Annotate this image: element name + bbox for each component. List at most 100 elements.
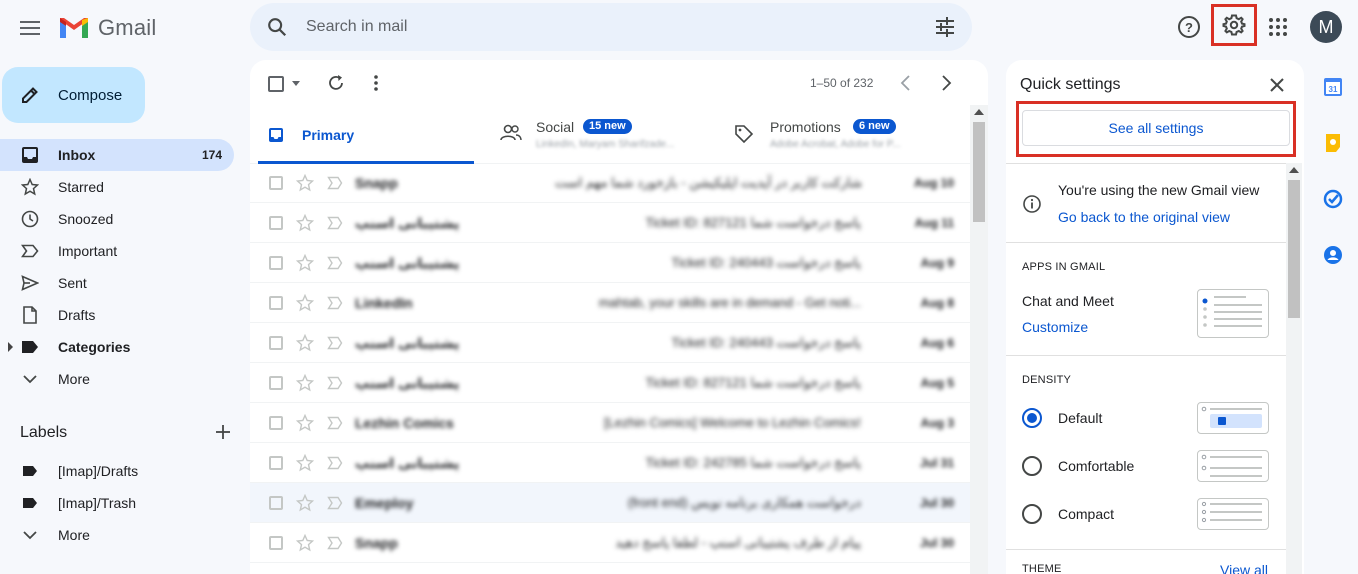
mail-row[interactable]: پشتیبانی اسنپ Ticket ID: 242785 پاسخ درخو… [250,443,972,483]
search-options-icon[interactable] [934,16,956,38]
mail-sender: پشتیبانی اسنپ [355,335,460,351]
more-vert-icon[interactable] [366,73,386,93]
expand-caret-icon[interactable] [8,342,13,352]
close-icon[interactable] [1268,76,1286,94]
sidebar-item-categories[interactable]: Categories [0,331,234,363]
see-all-settings-button[interactable]: See all settings [1022,110,1290,146]
calendar-icon[interactable]: 31 [1323,77,1343,97]
star-icon[interactable] [296,294,314,312]
tag-icon [735,125,754,144]
row-checkbox[interactable] [269,216,283,230]
sidebar-item-drafts[interactable]: Drafts [0,299,234,331]
search-input[interactable] [306,15,906,39]
row-checkbox[interactable] [269,496,283,510]
star-icon[interactable] [296,374,314,392]
apps-grid-icon[interactable] [1268,17,1288,37]
mail-row[interactable]: Snapp مشارکت کاربر در آپدیت اپلیکیشن - با… [250,163,972,203]
scroll-up-arrow-icon[interactable] [974,109,984,115]
sidebar-item-more[interactable]: More [0,363,234,395]
mail-row[interactable]: پشتیبانی اسنپ Ticket ID: 827121 پاسخ درخو… [250,363,972,403]
tasks-icon[interactable] [1323,189,1343,209]
select-dropdown-icon[interactable] [292,81,300,86]
label-item-more[interactable]: More [0,519,234,551]
sidebar-item-inbox[interactable]: Inbox 174 [0,139,234,171]
important-marker-icon[interactable] [327,176,343,190]
density-compact-thumbnail[interactable] [1197,498,1269,530]
contacts-icon[interactable] [1323,245,1343,265]
original-view-link[interactable]: Go back to the original view [1058,209,1230,225]
draft-file-icon [20,305,40,325]
important-marker-icon[interactable] [327,416,343,430]
chevron-left-icon[interactable] [896,73,916,93]
gmail-logo[interactable]: Gmail [58,14,156,42]
account-avatar[interactable]: M [1310,11,1342,43]
density-comfortable-graphic [1201,454,1262,477]
row-checkbox[interactable] [269,256,283,270]
mail-row[interactable]: پشتیبانی اسنپ Ticket ID: 240443 پاسخ درخو… [250,243,972,283]
row-checkbox[interactable] [269,336,283,350]
density-default-radio[interactable] [1022,408,1042,428]
chevron-right-icon[interactable] [936,73,956,93]
density-compact-radio[interactable] [1022,504,1042,524]
label-item-imap-drafts[interactable]: [Imap]/Drafts [0,455,234,487]
star-icon[interactable] [296,174,314,192]
row-checkbox[interactable] [269,176,283,190]
search-icon[interactable] [266,16,288,38]
mail-list-scrollbar[interactable] [970,105,988,574]
select-all-checkbox[interactable] [268,76,284,92]
density-comfortable-radio[interactable] [1022,456,1042,476]
scrollbar-thumb[interactable] [1288,180,1300,318]
scrollbar-thumb[interactable] [973,122,985,222]
row-checkbox[interactable] [269,416,283,430]
quick-settings-scrollbar[interactable] [1286,163,1302,574]
mail-row[interactable]: Snapp پیام از طرف پشتیبانی اسنپ - لطفا پا… [250,523,972,563]
star-icon[interactable] [296,214,314,232]
mail-row[interactable]: پشتیبانی اسنپ Ticket ID: 240443 پاسخ درخو… [250,323,972,363]
customize-link[interactable]: Customize [1022,319,1088,335]
apps-preview-thumbnail[interactable] [1197,289,1269,338]
help-icon[interactable]: ? [1177,15,1201,39]
settings-button[interactable] [1211,4,1257,46]
row-checkbox[interactable] [269,456,283,470]
important-marker-icon[interactable] [327,336,343,350]
theme-view-all-link[interactable]: View all [1220,562,1268,574]
compose-button[interactable]: Compose [2,67,145,123]
density-option-label: Default [1058,410,1103,426]
density-default-thumbnail[interactable] [1197,402,1269,434]
sidebar-item-starred[interactable]: Starred [0,171,234,203]
sidebar-item-important[interactable]: Important [0,235,234,267]
density-comfortable-thumbnail[interactable] [1197,450,1269,482]
keep-icon[interactable] [1323,133,1343,153]
mail-row[interactable]: Emeploy (front end) درخواست همکاری برنامه… [250,483,972,523]
star-icon[interactable] [296,414,314,432]
important-marker-icon[interactable] [327,496,343,510]
star-icon[interactable] [296,334,314,352]
mail-row[interactable]: LinkedIn mahtab, your skills are in deman… [250,283,972,323]
row-checkbox[interactable] [269,536,283,550]
scroll-up-arrow-icon[interactable] [1289,167,1299,173]
important-marker-icon[interactable] [327,536,343,550]
sidebar-item-sent[interactable]: Sent [0,267,234,299]
important-marker-icon[interactable] [327,256,343,270]
tab-primary[interactable]: Primary [258,108,474,164]
star-icon[interactable] [296,534,314,552]
refresh-icon[interactable] [326,73,346,93]
tab-social[interactable]: Social 15 new LinkedIn, Maryam Sharifzad… [494,108,704,164]
mail-row[interactable]: پشتیبانی اسنپ Ticket ID: 827121 پاسخ درخو… [250,203,972,243]
star-icon[interactable] [296,494,314,512]
row-checkbox[interactable] [269,376,283,390]
important-marker-icon[interactable] [327,296,343,310]
important-marker-icon[interactable] [327,376,343,390]
tab-promotions[interactable]: Promotions 6 new Adobe Acrobat, Adobe fo… [728,108,968,164]
sidebar-item-snoozed[interactable]: Snoozed [0,203,234,235]
star-icon[interactable] [296,454,314,472]
star-icon[interactable] [296,254,314,272]
main-menu-button[interactable] [14,12,46,44]
mail-row[interactable]: Lezhin Comics [Lezhin Comics] Welcome to … [250,403,972,443]
info-icon [1023,195,1041,213]
label-item-imap-trash[interactable]: [Imap]/Trash [0,487,234,519]
row-checkbox[interactable] [269,296,283,310]
important-marker-icon[interactable] [327,456,343,470]
important-marker-icon[interactable] [327,216,343,230]
add-label-icon[interactable] [214,423,232,441]
